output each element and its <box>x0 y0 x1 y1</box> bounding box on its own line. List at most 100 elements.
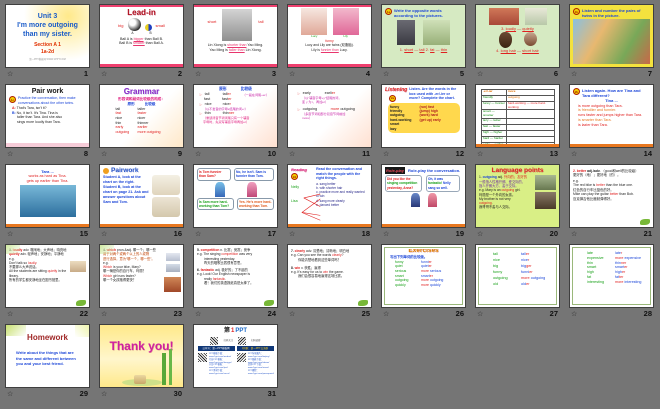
text: outgoing <box>493 275 508 280</box>
slide-thumbnail-25[interactable]: 7. clearly adv. 清楚地；清晰地；明白地 e.g. Can you … <box>287 244 372 308</box>
slide-cell[interactable]: Language points 1. outgoing adj. 外向的；友好的一… <box>475 164 560 240</box>
text <box>535 175 556 210</box>
text <box>197 181 274 197</box>
corner-decoration <box>75 325 89 337</box>
slide-number: 26 <box>455 309 464 319</box>
cartoon-dialog-2 <box>152 197 180 218</box>
text: Lily <box>343 34 348 38</box>
slide-cell[interactable]: 第 1 PPT 扫码关注 扫码进群 公众号：第一PPT模板网 QQ群：第一PPT交流群 PPT… <box>193 324 278 400</box>
slide-cell[interactable]: short tall Lin Xiong is shorter than Yao M… <box>193 4 278 80</box>
slide-thumbnail-7[interactable]: 1b Listen and number the pairs of twins i… <box>569 4 654 68</box>
text: 变 y 为 i，再加er） <box>302 100 329 105</box>
slide-thumbnail-24[interactable]: 5. competition n. 比赛；竞赛；竞争 e.g. The singi… <box>193 244 278 308</box>
text: 4. long hair — short hair <box>496 48 539 54</box>
slide-cell[interactable]: 原形 比较级 ☞ tall taller （一般在词尾+er） fast faster ☞ nic… <box>193 84 278 160</box>
transition-star-icon: ☆ <box>477 150 484 158</box>
slide-thumbnail-15[interactable]: Tara ... works as hard as Tina. gets up ea… <box>5 164 90 228</box>
slide-number: 24 <box>267 309 276 319</box>
slide-cell[interactable]: 2. better adj./adv. （good和well的比较级） 更好的（地… <box>569 164 654 240</box>
slide-cell[interactable]: 3. loudly adv. 喧闹地；大声地；响亮地 quietly adv. … <box>5 244 90 320</box>
text: big bigger <box>493 264 556 269</box>
text: sings more loudly than Tara. <box>17 119 61 124</box>
slide-thumbnail-27[interactable]: tall taller nice nicer big bigger funny funnier… <box>475 244 560 308</box>
slide-number: 19 <box>455 229 464 239</box>
slide-thumbnail-10[interactable]: 原形 比较级 ☞ tall taller （一般在词尾+er） fast faster ☞ nic… <box>193 84 278 148</box>
slide-cell[interactable]: Reading 2d Nelly Lisa Read the conversation … <box>287 164 372 240</box>
text: gets up earlier than Tina. <box>26 179 69 184</box>
slide-cell[interactable]: -er/-ier more friendly outgoing funny — funn… <box>475 84 560 160</box>
slide-number: 16 <box>173 229 182 239</box>
slide-cell[interactable]: Pairwork Student A, look at the chart on … <box>99 164 184 240</box>
slide-thumbnail-5[interactable]: 1a Write the opposite words according to … <box>381 4 466 68</box>
slide-cell[interactable]: 7. clearly adv. 清楚地；清晰地；明白地 e.g. Can you … <box>287 244 372 320</box>
slide-thumbnail-31[interactable]: 第 1 PPT 扫码关注 扫码进群 公众号：第一PPT模板网 QQ群：第一PPT交流群 PPT… <box>193 324 278 388</box>
slide-cell[interactable]: Thank you! ☆ 30 <box>99 324 184 400</box>
slide-thumbnail-3[interactable]: short tall Lin Xiong is shorter than Yao M… <box>193 4 278 68</box>
slide-thumbnail-12[interactable]: Listening 2a Listen. Are the words in the … <box>381 84 466 148</box>
slide-cell[interactable]: Homework Write about the things that are t… <box>5 324 90 400</box>
slide-cell[interactable]: Is Tom funnier than Sam? No, he isn't. Sa… <box>193 164 278 240</box>
slide-cell[interactable]: Role-play Role-play the conversation. Did … <box>381 164 466 240</box>
slide-thumbnail-21[interactable]: 2. better adj./adv. （good和well的比较级） 更好的（地… <box>569 164 654 228</box>
slide-cell[interactable]: tall taller nice nicer big bigger funny funnier… <box>475 244 560 320</box>
slide-thumbnail-6[interactable]: 3. loudly — quietly 4. long hair — short … <box>475 4 560 68</box>
text <box>385 20 462 46</box>
text: 迈克弹吉他比鲍勃弹得好。 <box>573 196 614 201</box>
slide-thumbnail-20[interactable]: Language points 1. outgoing adj. 外向的；友好的一… <box>475 164 560 228</box>
slide-thumbnail-18[interactable]: Reading 2d Nelly Lisa Read the conversation … <box>287 164 372 228</box>
slide-thumbnail-11[interactable]: ☞ early earlier （以“辅音字母+y”结尾的词，变 y 为 i，再加er… <box>287 84 372 148</box>
text: big small <box>103 18 180 32</box>
transition-star-icon: ☆ <box>101 230 108 238</box>
basket-decoration <box>134 375 146 384</box>
top-band <box>100 5 183 7</box>
slide-thumbnail-29[interactable]: Homework Write about the things that are t… <box>5 324 90 388</box>
slide-cell[interactable]: 2b Listen again. How are Tina and Tara di… <box>569 84 654 160</box>
slide-thumbnail-8[interactable]: Pair work 1c Practice the conversation, th… <box>5 84 90 148</box>
text: Nelly <box>291 185 299 190</box>
text: Yao Ming is taller than Lin Xiong. <box>209 47 262 52</box>
slide-thumbnail-2[interactable]: Lead-in big small A B Ball A is bigger than B… <box>99 4 184 68</box>
text: is lazier than Tara. <box>578 122 608 127</box>
slide-cell[interactable]: Tara ... works as hard as Tina. gets up ea… <box>5 164 90 240</box>
text: 比较级 <box>240 87 252 91</box>
slide-thumbnail-17[interactable]: Is Tom funnier than Sam? No, he isn't. Sa… <box>193 164 278 228</box>
slide-cell[interactable]: Exercises 写出下列单词的比较级。 funny funnier quiet qui… <box>381 244 466 320</box>
slide-number: 12 <box>455 149 464 159</box>
slide-thumbnail-23[interactable]: 4. which pron.&adj. 哪一个；哪一些用于对两个或两个以上的人或… <box>99 244 184 308</box>
slide-cell[interactable]: 3. loudly — quietly 4. long hair — short … <box>475 4 560 80</box>
slide-thumbnail-14[interactable]: 2b Listen again. How are Tina and Tara di… <box>569 84 654 148</box>
text: 3. loudly — quietly <box>501 26 534 31</box>
slide-thumbnail-13[interactable]: -er/-ier more friendly outgoing funny — funn… <box>475 84 560 148</box>
transition-star-icon: ☆ <box>383 70 390 78</box>
slide-cell[interactable]: Grammar 形容词和副词比较级的构成： 原形 比较级 tall taller fast f… <box>99 84 184 160</box>
slide-thumbnail-28[interactable]: late later expensive more expensive thin thin… <box>569 244 654 308</box>
transition-star-icon: ☆ <box>101 310 108 318</box>
photo-bike-1 <box>166 253 180 261</box>
slide-thumbnail-30[interactable]: Thank you! <box>99 324 184 388</box>
slide-title: Pair work <box>31 88 64 95</box>
slide-thumbnail-1[interactable]: Unit 3 I'm more outgoing than my sister. Se… <box>5 4 90 68</box>
transition-star-icon: ☆ <box>7 70 14 78</box>
slide-cell[interactable]: 1b Listen and number the pairs of twins i… <box>569 4 654 80</box>
slide-thumbnail-16[interactable]: Pairwork Student A, look at the chart on … <box>99 164 184 228</box>
slide-cell[interactable]: late later expensive more expensive thin thin… <box>569 244 654 320</box>
slide-thumbnail-19[interactable]: Role-play Role-play the conversation. Did … <box>381 164 466 228</box>
slide-thumbnail-4[interactable]: Lucy Lily funny Lucy and Lily are twins (双胞… <box>287 4 372 68</box>
transition-star-icon: ☆ <box>195 150 202 158</box>
photo-quiet-people <box>524 8 547 25</box>
slide-cell[interactable]: 4. which pron.&adj. 哪一个；哪一些用于对两个或两个以上的人或… <box>99 244 184 320</box>
slide-cell[interactable]: Unit 3 I'm more outgoing than my sister. Se… <box>5 4 90 80</box>
slide-cell[interactable]: 1a Write the opposite words according to … <box>381 4 466 80</box>
slide-thumbnail-9[interactable]: Grammar 形容词和副词比较级的构成： 原形 比较级 tall taller fast f… <box>99 84 184 148</box>
transition-star-icon: ☆ <box>101 390 108 398</box>
slide-cell[interactable]: Lucy Lily funny Lucy and Lily are twins (双胞… <box>287 4 372 80</box>
slide-cell[interactable]: 5. competition n. 比赛；竞赛；竞争 e.g. The singi… <box>193 244 278 320</box>
slide-cell[interactable]: Listening 2a Listen. Are the words in the … <box>381 84 466 160</box>
slide-cell[interactable]: Lead-in big small A B Ball A is bigger than B… <box>99 4 184 80</box>
slide-cell[interactable]: Pair work 1c Practice the conversation, th… <box>5 84 90 160</box>
slide-thumbnail-26[interactable]: Exercises 写出下列单词的比较级。 funny funnier quiet qui… <box>381 244 466 308</box>
comparatives-table: -er/-ier more friendly outgoing funny — funn… <box>481 89 556 147</box>
cartoon-girl <box>427 192 437 207</box>
slide-thumbnail-22[interactable]: 3. loudly adv. 喧闹地；大声地；响亮地 quietly adv. … <box>5 244 90 308</box>
slide-cell[interactable]: ☞ early earlier （以“辅音字母+y”结尾的词，变 y 为 i，再加er… <box>287 84 372 160</box>
